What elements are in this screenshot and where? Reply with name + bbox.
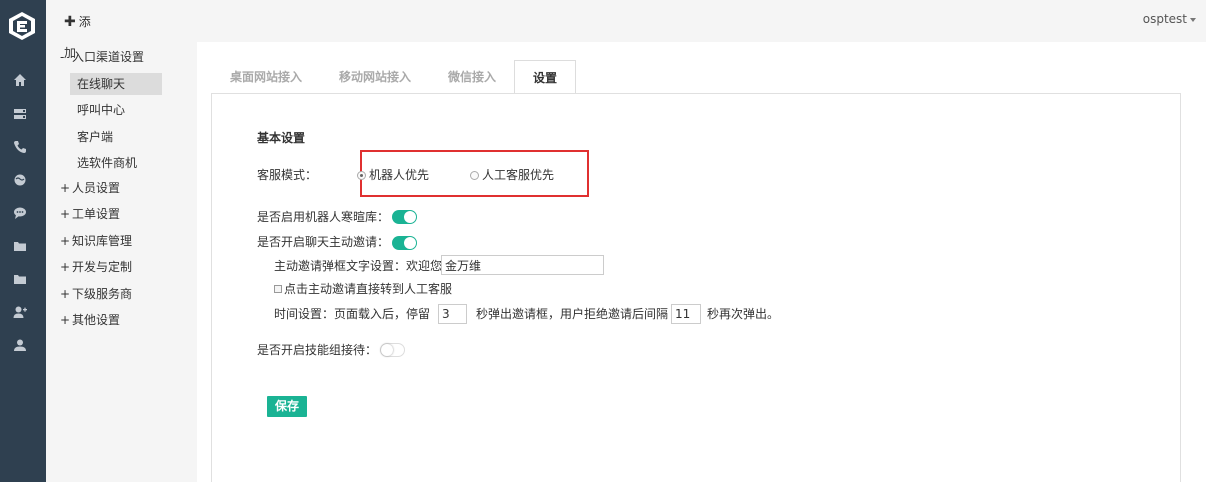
- chat-invite-toggle[interactable]: [392, 236, 417, 250]
- section-title: 基本设置: [257, 131, 306, 145]
- tree-item-call-center[interactable]: 呼叫中心: [70, 99, 162, 121]
- expand-sign: +: [60, 234, 71, 248]
- chat-invite-label: 是否开启聊天主动邀请：: [257, 235, 390, 249]
- tree-item-online-chat[interactable]: 在线聊天: [70, 73, 162, 95]
- users-icon[interactable]: [13, 338, 27, 352]
- tree-group-staff[interactable]: + 人员设置: [60, 179, 120, 197]
- tree-group-label: 其他设置: [72, 313, 121, 327]
- collapse-sign: -: [60, 50, 65, 64]
- add-button[interactable]: ✚ 添: [64, 14, 91, 30]
- tab-settings[interactable]: 设置: [514, 60, 577, 94]
- tree-group-ticket[interactable]: + 工单设置: [60, 205, 120, 223]
- expand-sign: +: [60, 207, 71, 221]
- invite-text-label: 主动邀请弹框文字设置：欢迎您咨询: [274, 259, 467, 273]
- expand-sign: +: [60, 181, 71, 195]
- chat-icon[interactable]: [13, 206, 27, 220]
- direct-transfer-option[interactable]: 点击主动邀请直接转到人工客服: [274, 281, 452, 297]
- tree-group-label: 下级服务商: [72, 287, 133, 301]
- radio-unchecked-icon: [470, 171, 479, 180]
- home-icon[interactable]: [13, 73, 27, 87]
- expand-sign: +: [60, 313, 71, 327]
- radio-checked-icon: [357, 171, 366, 180]
- tree-group-other[interactable]: + 其他设置: [60, 311, 120, 329]
- robot-greeting-label: 是否启用机器人寒暄库：: [257, 210, 390, 224]
- tree-group-label: 入口渠道设置: [72, 50, 145, 64]
- time-middle-label: 秒弹出邀请框，用户拒绝邀请后间隔: [476, 307, 669, 321]
- tree-item-software-vendor[interactable]: 选软件商机: [70, 152, 162, 174]
- tree-group-dev[interactable]: + 开发与定制: [60, 258, 132, 276]
- folder-icon[interactable]: [13, 272, 27, 286]
- tree-group-label: 工单设置: [72, 207, 121, 221]
- tree-group-entry-channel[interactable]: - 入口渠道设置: [60, 48, 144, 66]
- tab-desktop-site[interactable]: 桌面网站接入: [230, 60, 302, 94]
- tree-group-knowledge[interactable]: + 知识库管理: [60, 232, 132, 250]
- folder-icon[interactable]: [13, 239, 27, 253]
- user-add-icon[interactable]: [13, 305, 27, 319]
- globe-icon[interactable]: [13, 173, 27, 187]
- user-name: osptest: [1142, 12, 1187, 26]
- phone-icon[interactable]: [13, 140, 27, 154]
- tab-wechat[interactable]: 微信接入: [448, 60, 496, 94]
- logo-icon[interactable]: [6, 10, 38, 42]
- service-mode-label: 客服模式：: [257, 168, 318, 182]
- settings-panel: 基本设置 客服模式： 机器人优先 人工客服优先 是否启用机器人寒暄库： 是否开启…: [211, 93, 1181, 482]
- skill-group-label: 是否开启技能组接待：: [257, 343, 378, 357]
- radio-robot-first[interactable]: 机器人优先: [357, 167, 429, 183]
- save-button[interactable]: 保存: [267, 396, 307, 417]
- expand-sign: +: [60, 260, 71, 274]
- expand-sign: +: [60, 287, 71, 301]
- server-icon[interactable]: [13, 107, 27, 121]
- tree-item-client[interactable]: 客户端: [70, 126, 162, 148]
- radio-human-first[interactable]: 人工客服优先: [470, 167, 554, 183]
- main-panel: 桌面网站接入 移动网站接入 微信接入 设置 基本设置 客服模式： 机器人优先 人…: [197, 42, 1206, 482]
- interval-seconds-input[interactable]: [671, 304, 701, 324]
- app-rail: [0, 0, 46, 482]
- delay-seconds-input[interactable]: [438, 304, 467, 324]
- robot-greeting-toggle[interactable]: [392, 210, 417, 224]
- plus-icon: ✚: [64, 14, 76, 30]
- tree-group-label: 人员设置: [72, 181, 121, 195]
- time-prefix-label: 时间设置：页面载入后，停留: [274, 307, 431, 321]
- skill-group-toggle[interactable]: [380, 343, 405, 357]
- user-menu[interactable]: osptest: [1143, 12, 1196, 26]
- checkbox-icon[interactable]: [274, 285, 282, 293]
- tab-mobile-site[interactable]: 移动网站接入: [339, 60, 411, 94]
- invite-text-input[interactable]: [441, 255, 604, 275]
- tree-group-label: 知识库管理: [72, 234, 133, 248]
- caret-down-icon: [1190, 17, 1196, 22]
- tree-group-sub-provider[interactable]: + 下级服务商: [60, 285, 132, 303]
- tree-group-label: 开发与定制: [72, 260, 133, 274]
- time-suffix-label: 秒再次弹出。: [707, 307, 780, 321]
